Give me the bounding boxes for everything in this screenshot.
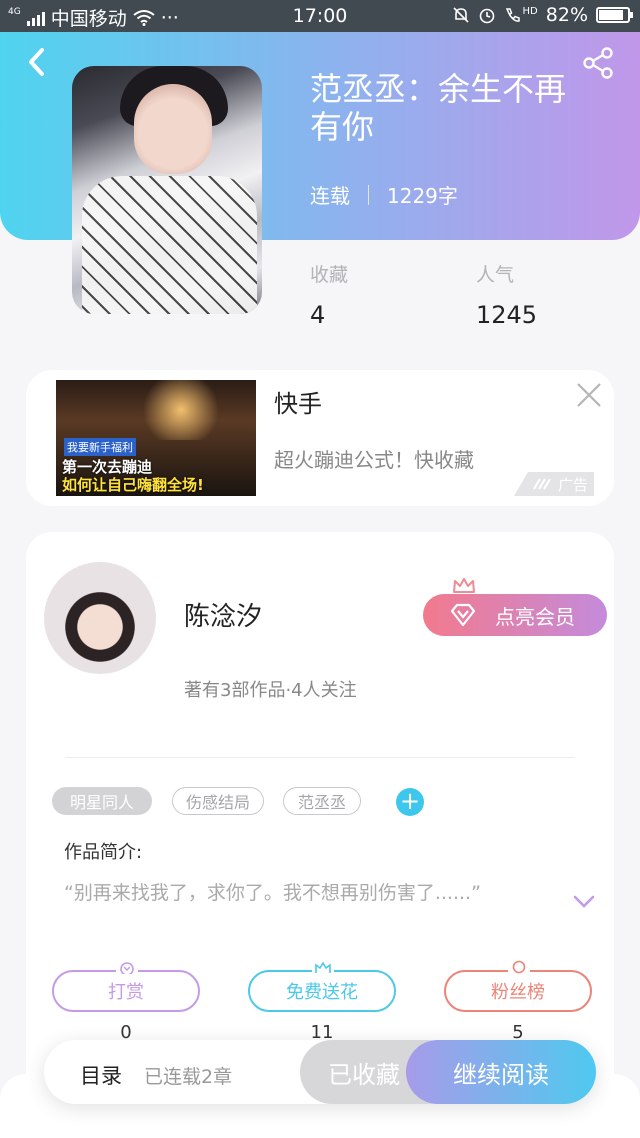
tag-3[interactable]: 范丞丞 <box>283 787 361 815</box>
toc-button[interactable]: 目录 <box>80 1060 122 1090</box>
alarm-icon <box>479 8 494 24</box>
battery-icon <box>596 7 633 23</box>
ad-badge: 广告 <box>514 472 594 496</box>
tag-1[interactable]: 明星同人 <box>52 787 152 815</box>
ad-thumb-caption: 如何让自己嗨翻全场! <box>62 476 204 494</box>
continue-reading-button[interactable]: 继续阅读 <box>406 1040 596 1104</box>
book-status: 连载 <box>310 184 350 208</box>
summary-label: 作品简介: <box>64 842 143 863</box>
bottom-action-bar: 目录 已连载2章 已收藏 继续阅读 <box>44 1040 596 1104</box>
ad-badge-label: 广告 <box>557 475 588 494</box>
flower-icon <box>312 960 334 974</box>
mute-bell-icon <box>452 7 469 23</box>
ad-thumb-caption: 我要新手福利 <box>64 438 136 456</box>
crown-icon <box>453 578 475 593</box>
stat-label: 人气 <box>476 264 515 286</box>
status-right: HD 82% <box>452 4 633 26</box>
ad-card[interactable]: 我要新手福利 第一次去蹦迪 如何让自己嗨翻全场! 快手 超火蹦迪公式！快收藏 广… <box>26 370 614 506</box>
medal-icon <box>508 960 530 974</box>
add-tag-button[interactable]: + <box>396 788 424 816</box>
stat-label: 收藏 <box>310 264 349 286</box>
hd-label: HD <box>522 6 538 17</box>
toc-chapter-info: 已连载2章 <box>144 1066 233 1088</box>
vip-button[interactable]: 点亮会员 <box>423 594 607 636</box>
call-icon: HD <box>504 6 538 24</box>
chevron-down-icon[interactable] <box>572 894 596 910</box>
send-flower-button[interactable]: 免费送花 <box>248 960 396 1012</box>
book-cover-image[interactable] <box>72 66 262 314</box>
ad-description: 超火蹦迪公式！快收藏 <box>274 448 474 472</box>
tip-button[interactable]: 打赏 <box>52 960 200 1012</box>
back-button[interactable] <box>22 44 52 80</box>
author-avatar[interactable] <box>44 562 156 674</box>
book-meta: 连载 1229字 <box>310 180 458 209</box>
ad-logo-icon <box>533 478 551 490</box>
ad-title: 快手 <box>274 390 322 418</box>
continue-reading-label: 继续阅读 <box>453 1060 549 1089</box>
tag-2[interactable]: 伤感结局 <box>172 787 264 815</box>
close-icon <box>577 383 601 407</box>
send-flower-label: 免费送花 <box>286 982 358 1003</box>
share-icon <box>583 47 613 79</box>
ad-close-button[interactable] <box>574 380 604 410</box>
chevron-left-icon <box>29 48 44 76</box>
divider <box>66 757 574 758</box>
author-name[interactable]: 陈淰汐 <box>184 596 262 633</box>
stat-popularity: 人气 1245 <box>476 260 537 329</box>
book-title: 范丞丞：余生不再有你 <box>310 70 567 146</box>
battery-percent: 82% <box>545 4 588 26</box>
book-word-count: 1229字 <box>387 184 458 208</box>
stat-value: 1245 <box>476 301 538 329</box>
meta-divider <box>368 184 369 205</box>
author-stats: 著有3部作品·4人关注 <box>184 680 357 701</box>
stat-favorites: 收藏 4 <box>310 260 348 329</box>
diamond-icon <box>450 603 476 627</box>
ad-thumbnail[interactable]: 我要新手福利 第一次去蹦迪 如何让自己嗨翻全场! <box>56 380 256 496</box>
stat-value: 4 <box>310 301 326 329</box>
share-button[interactable] <box>580 46 616 80</box>
status-bar: 4G 中国移动 ··· 17:00 HD 82% <box>0 0 640 32</box>
coin-icon <box>116 960 138 974</box>
summary-text: “别再来找我了，求你了。我不想再别伤害了......” <box>64 882 481 904</box>
fan-ranking-button[interactable]: 粉丝榜 <box>444 960 592 1012</box>
favorited-label: 已收藏 <box>328 1060 400 1089</box>
tip-label: 打赏 <box>108 982 144 1003</box>
fan-ranking-label: 粉丝榜 <box>491 982 545 1003</box>
vip-button-label: 点亮会员 <box>495 604 575 629</box>
